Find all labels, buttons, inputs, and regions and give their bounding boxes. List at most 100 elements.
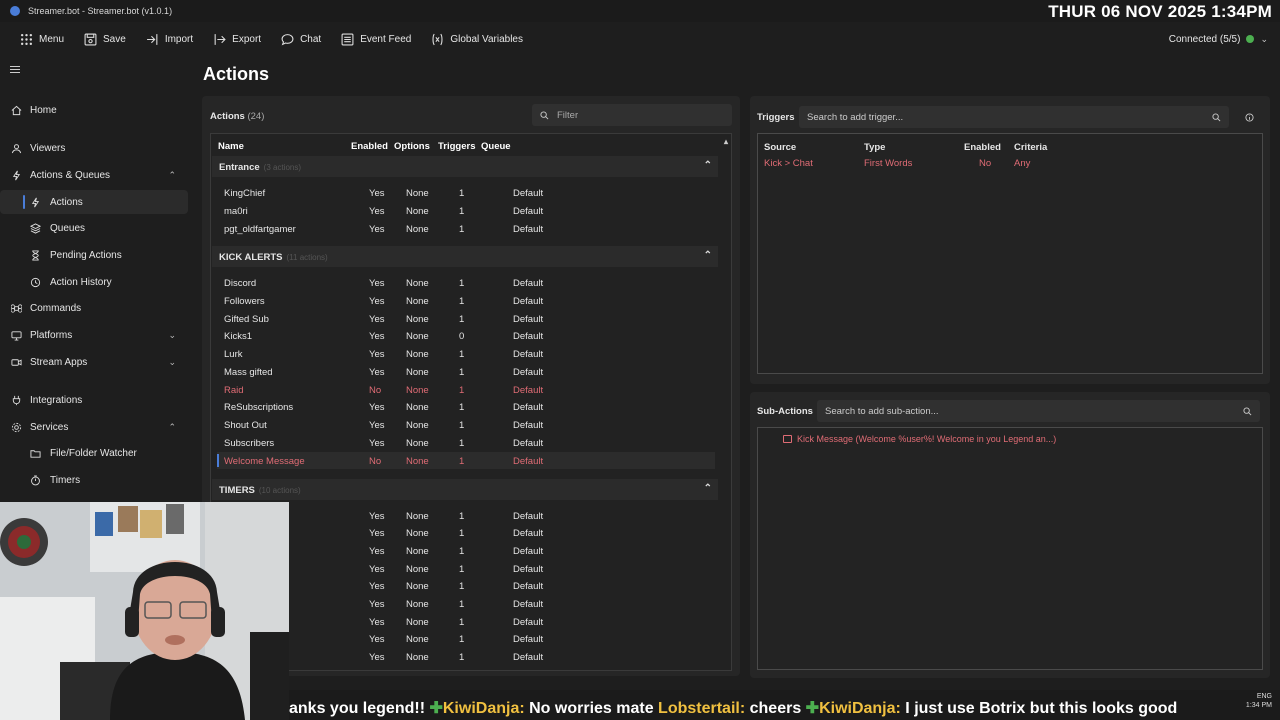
table-row[interactable]: Followers Yes None 1 Default [217,292,715,309]
cell-enabled: Yes [369,546,385,557]
col-enabled[interactable]: Enabled [964,142,1001,153]
scroll-up-icon[interactable]: ▴ [724,137,728,146]
sidebar-item-home[interactable]: Home [0,98,188,122]
col-enabled[interactable]: Enabled [351,141,388,152]
sidebar-item-actions[interactable]: Actions [0,190,188,214]
app-icon [10,6,20,16]
cell-queue: Default [513,438,544,449]
table-row[interactable]: Gifted Sub Yes None 1 Default [217,310,715,327]
group-name: Entrance [219,162,260,173]
col-options[interactable]: Options [394,141,430,152]
table-row[interactable]: Yes None 1 Default [217,613,715,630]
table-row[interactable]: Yes None 1 Default [217,542,715,559]
ticker-username: Lobstertail: [658,700,746,717]
search-icon [540,110,549,119]
col-type[interactable]: Type [864,142,885,153]
col-criteria[interactable]: Criteria [1014,142,1047,153]
table-row[interactable]: Mass gifted Yes None 1 Default [217,363,715,380]
ticker-text: cheers [745,700,806,717]
table-row[interactable]: Yes None 1 Default [217,630,715,647]
kick-icon: ✚ [805,700,820,717]
cell-options: None [406,349,429,360]
export-button[interactable]: Export [203,22,271,56]
col-source[interactable]: Source [764,142,796,153]
sidebar-item-viewers[interactable]: Viewers [0,136,188,160]
sidebar-label-viewers: Viewers [30,142,66,154]
table-row[interactable]: ma0ri Yes None 1 Default [217,202,715,219]
sidebar-item-timers[interactable]: Timers [0,468,188,492]
table-row[interactable]: Raid No None 1 Default [217,381,715,398]
table-row[interactable]: KingChief Yes None 1 Default [217,184,715,201]
chevron-up-icon[interactable]: ⌃ [704,160,712,171]
monitor-icon [11,330,22,341]
table-row[interactable]: ReSubscriptions Yes None 1 Default [217,398,715,415]
save-button[interactable]: Save [74,22,136,56]
cell-options: None [406,278,429,289]
table-row[interactable]: Yes None 1 Default [217,524,715,541]
global-variables-button[interactable]: Global Variables [421,22,533,56]
subaction-search-input[interactable]: Search to add sub-action... [817,400,1260,422]
table-row[interactable]: Kicks1 Yes None 0 Default [217,327,715,344]
table-row[interactable]: Yes None 1 Default [217,595,715,612]
triggers-panel: Triggers Search to add trigger... Source… [750,96,1270,384]
cell-options: None [406,617,429,628]
table-row[interactable]: Subscribers Yes None 1 Default [217,434,715,451]
subaction-search-placeholder: Search to add sub-action... [825,405,939,417]
language-indicator[interactable]: ENG [1246,692,1272,701]
sidebar-label-services: Services [30,421,69,433]
cell-enabled: Yes [369,331,385,342]
table-row[interactable]: Yes None 1 Default [217,507,715,524]
menu-button[interactable]: Menu [10,22,74,56]
col-triggers[interactable]: Triggers [438,141,476,152]
table-row[interactable]: pgt_oldfartgamer Yes None 1 Default [217,220,715,237]
sidebar-item-queues[interactable]: Queues [0,216,188,240]
tray-clock[interactable]: 1:34 PM [1246,701,1272,710]
table-row[interactable]: Discord Yes None 1 Default [217,274,715,291]
export-icon [214,33,226,45]
sidebar-item-actions-queues[interactable]: Actions & Queues ⌃ [0,163,188,187]
sidebar-item-action-history[interactable]: Action History [0,270,188,294]
chevron-up-icon: ⌃ [168,169,176,180]
subaction-item[interactable]: Kick Message (Welcome %user%! Welcome in… [783,434,1056,444]
chevron-up-icon[interactable]: ⌃ [704,250,712,261]
sidebar-item-file-watcher[interactable]: File/Folder Watcher [0,441,188,465]
hamburger-icon[interactable] [10,66,20,75]
users-icon [11,143,22,153]
table-row[interactable]: Yes None 1 Default [217,577,715,594]
table-row-selected[interactable]: Welcome Message No None 1 Default [217,452,715,469]
table-row[interactable]: Yes None 1 Default [217,560,715,577]
sidebar-item-integrations[interactable]: Integrations [0,388,188,412]
group-header[interactable]: TIMERS (10 actions) ⌃ [212,479,718,500]
table-row[interactable]: Shout Out Yes None 1 Default [217,416,715,433]
cell-options: None [406,564,429,575]
info-icon[interactable] [1245,113,1254,122]
event-feed-button[interactable]: Event Feed [331,22,421,56]
chat-button[interactable]: Chat [271,22,331,56]
group-header[interactable]: KICK ALERTS (11 actions) ⌃ [212,246,718,267]
group-header[interactable]: Entrance (3 actions) ⌃ [212,156,718,177]
cell-queue: Default [513,314,544,325]
chevron-up-icon[interactable]: ⌃ [704,483,712,494]
connection-status[interactable]: Connected (5/5) ⌄ [1169,22,1268,56]
sidebar-item-services[interactable]: Services ⌃ [0,415,188,439]
sidebar-item-platforms[interactable]: Platforms ⌄ [0,323,188,347]
sidebar-item-commands[interactable]: Commands [0,296,188,320]
sidebar-item-stream-apps[interactable]: Stream Apps ⌄ [0,350,188,374]
table-row[interactable]: Yes None 1 Default [217,648,715,665]
cell-name: Welcome Message [224,456,305,467]
timer-icon [31,474,40,485]
triggers-title: Triggers [757,112,795,123]
col-queue[interactable]: Queue [481,141,511,152]
cell-triggers: 1 [459,314,465,325]
cell-queue: Default [513,599,544,610]
cell-name: pgt_oldfartgamer [224,224,296,235]
import-button[interactable]: Import [136,22,203,56]
sidebar-item-pending-actions[interactable]: Pending Actions [0,243,188,267]
filter-input[interactable]: Filter [532,104,732,126]
col-name[interactable]: Name [218,141,244,152]
chat-icon [281,33,294,45]
cell-enabled: No [369,456,382,467]
table-row[interactable]: Lurk Yes None 1 Default [217,345,715,362]
subactions-panel: Sub-Actions Search to add sub-action... … [750,392,1270,678]
trigger-search-input[interactable]: Search to add trigger... [799,106,1229,128]
